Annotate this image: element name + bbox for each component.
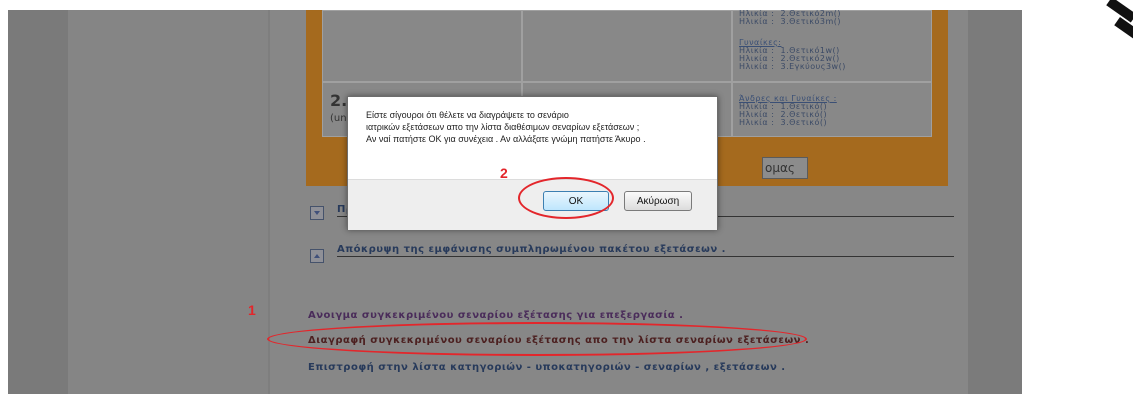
message-line: Αν ναί πατήστε ΟΚ για συνέχεια . Αν αλλά…	[366, 134, 646, 144]
message-line: Είστε σίγουροι ότι θέλετε να διαγράψετε …	[366, 110, 569, 120]
right-margin	[967, 10, 1022, 394]
table-cell	[322, 10, 522, 82]
annotation-number: 1	[248, 302, 256, 318]
hide-package-link[interactable]: Απόκρυψη της εμφάνισης συμπληρωμένου πακ…	[337, 244, 726, 255]
show-toggle-button[interactable]	[310, 206, 324, 220]
dialog-body: Είστε σίγουροι ότι θέλετε να διαγράψετε …	[348, 97, 717, 179]
table-cell	[522, 10, 732, 82]
collapse-up-icon	[314, 254, 320, 258]
table-line: Ηλικία : 3.Εγκύους3w()	[739, 62, 846, 71]
highlight-oval-delete	[267, 322, 807, 356]
table-cell: Ηλικία : 2.Θετικό2m() Ηλικία : 3.Θετικό3…	[732, 10, 932, 82]
left-margin	[8, 10, 68, 394]
left-column	[68, 10, 268, 394]
hide-toggle-button[interactable]	[310, 249, 324, 263]
table-line: Ηλικία : 3.Θετικό()	[739, 118, 828, 127]
table-line: Ηλικία : 3.Θετικό3m()	[739, 17, 841, 26]
row-subtext: (un	[330, 113, 347, 124]
cancel-button[interactable]: Ακύρωση	[624, 191, 692, 211]
annotation-number: 2	[500, 165, 508, 181]
divider	[337, 256, 954, 257]
message-line: ιατρικών εξετάσεων απο την λίστα διαθέσι…	[366, 122, 640, 132]
back-to-list-link[interactable]: Επιστροφή στην λίστα κατηγοριών - υποκατ…	[308, 362, 786, 373]
expand-down-icon	[314, 211, 320, 215]
watermark-logo	[1106, 0, 1133, 43]
table-cell: Άνδρες και Γυναίκες : Ηλικία : 1.Θετικό(…	[732, 82, 932, 137]
highlight-oval-ok	[518, 177, 614, 219]
open-scenario-link[interactable]: Ανοιγμα συγκεκριμένου σεναρίου εξέτασης …	[308, 310, 683, 321]
dialog-message: Είστε σίγουροι ότι θέλετε να διαγράψετε …	[366, 109, 711, 145]
row-number: 2.	[330, 91, 348, 110]
package-action-button[interactable]: ομας	[762, 157, 808, 179]
